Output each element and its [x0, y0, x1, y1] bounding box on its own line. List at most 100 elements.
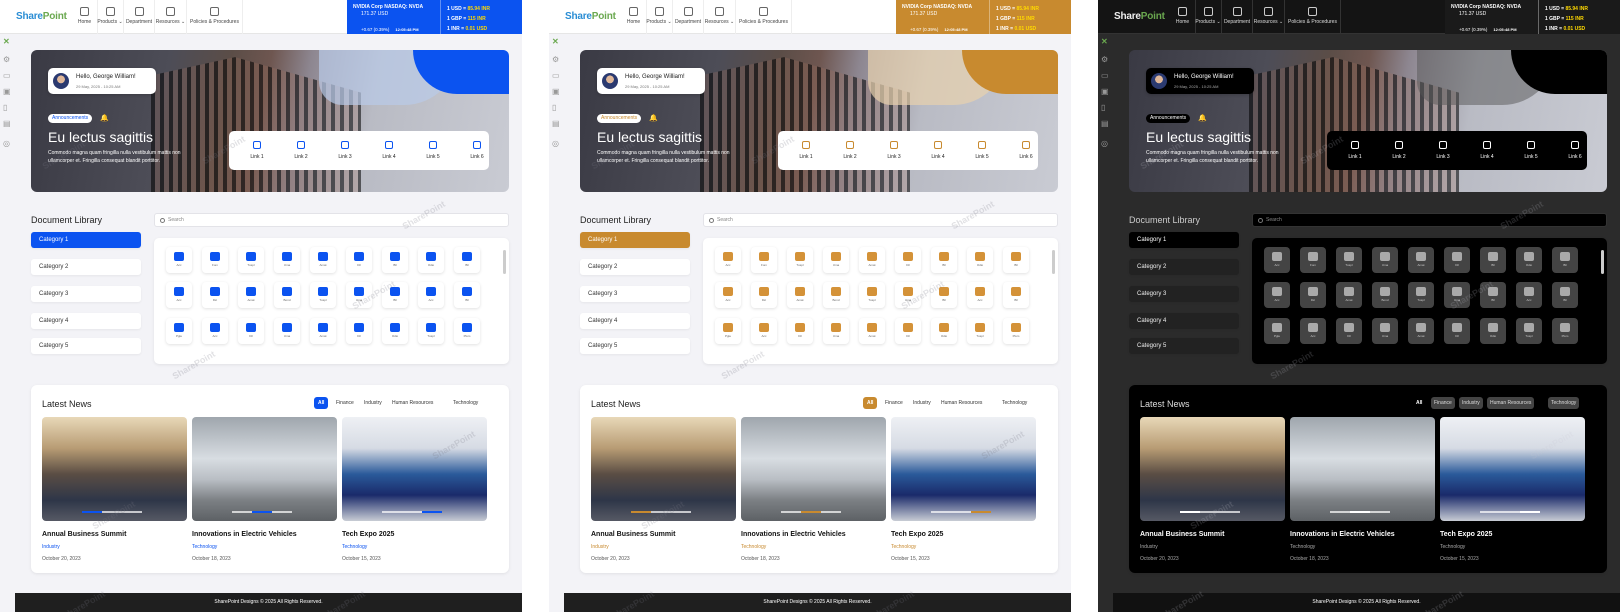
screen-icon[interactable]: ▭	[552, 72, 560, 80]
quick-link-3[interactable]: Link 3	[872, 131, 916, 170]
document-tile[interactable]: Bll	[454, 282, 480, 308]
news-card[interactable]: Annual Business Summit Industry October 20…	[42, 417, 187, 562]
document-tile[interactable]: Bll	[931, 282, 957, 308]
category-item[interactable]: Category 4	[31, 313, 141, 329]
search-input[interactable]: Search	[154, 213, 509, 227]
document-tile[interactable]: Fom	[1300, 247, 1326, 273]
nav-item[interactable]: Policies & Procedures	[1285, 0, 1341, 34]
document-tile[interactable]: Bll	[931, 247, 957, 273]
document-tile[interactable]: Tuspl	[967, 318, 993, 344]
help-icon[interactable]: ◎	[1101, 140, 1108, 148]
quick-link-6[interactable]: Link 6	[1553, 131, 1597, 170]
category-item[interactable]: Category 5	[580, 338, 690, 354]
search-input[interactable]: Search	[703, 213, 1058, 227]
settings-icon[interactable]: ⚙	[1101, 56, 1108, 64]
quick-link-2[interactable]: Link 2	[279, 131, 323, 170]
news-headline[interactable]: Tech Expo 2025	[342, 531, 487, 538]
document-tile[interactable]: Acc	[751, 318, 777, 344]
category-item[interactable]: Category 2	[31, 259, 141, 275]
page-icon[interactable]: ▯	[552, 104, 556, 112]
category-item[interactable]: Category 5	[1129, 338, 1239, 354]
news-headline[interactable]: Innovations in Electric Vehicles	[192, 531, 337, 538]
news-image[interactable]	[1440, 417, 1585, 521]
category-item[interactable]: Category 4	[580, 313, 690, 329]
document-tile[interactable]: Tuspl	[859, 282, 885, 308]
news-headline[interactable]: Annual Business Summit	[1140, 531, 1285, 538]
document-tile[interactable]: Odio	[418, 247, 444, 273]
document-tile[interactable]: Dil	[238, 318, 264, 344]
image-icon[interactable]: ▣	[1101, 88, 1109, 96]
document-tile[interactable]: Amat	[238, 282, 264, 308]
news-card[interactable]: Innovations in Electric Vehicles Technolo…	[1290, 417, 1435, 562]
document-tile[interactable]: Pgle	[715, 318, 741, 344]
document-tile[interactable]: Bond	[823, 282, 849, 308]
settings-icon[interactable]: ⚙	[3, 56, 10, 64]
quick-link-5[interactable]: Link 5	[411, 131, 455, 170]
document-tile[interactable]: Acc	[202, 318, 228, 344]
document-tile[interactable]: Tuspl	[310, 282, 336, 308]
avatar[interactable]	[1151, 73, 1167, 89]
document-tile[interactable]: Dil	[787, 318, 813, 344]
carousel-indicator[interactable]	[1330, 511, 1390, 513]
nav-item[interactable]: Products ⌄	[646, 0, 673, 34]
category-item[interactable]: Category 2	[1129, 259, 1239, 275]
quick-link-1[interactable]: Link 1	[235, 131, 279, 170]
nav-item[interactable]: Products ⌄	[97, 0, 124, 34]
carousel-indicator[interactable]	[781, 511, 841, 513]
document-tile[interactable]: Uma	[895, 282, 921, 308]
category-item[interactable]: Category 1	[580, 232, 690, 248]
news-card[interactable]: Annual Business Summit Industry October 20…	[591, 417, 736, 562]
quick-link-4[interactable]: Link 4	[367, 131, 411, 170]
document-tile[interactable]: Bll	[1003, 247, 1029, 273]
quick-link-1[interactable]: Link 1	[1333, 131, 1377, 170]
grid-scrollbar[interactable]	[1601, 250, 1604, 274]
carousel-indicator[interactable]	[232, 511, 292, 513]
page-icon[interactable]: ▯	[3, 104, 7, 112]
document-tile[interactable]: Fom	[202, 247, 228, 273]
document-tile[interactable]: Fom	[751, 247, 777, 273]
document-tile[interactable]: Bll	[1480, 247, 1506, 273]
carousel-indicator[interactable]	[82, 511, 142, 513]
quick-link-3[interactable]: Link 3	[323, 131, 367, 170]
news-image[interactable]	[192, 417, 337, 521]
carousel-indicator[interactable]	[631, 511, 691, 513]
document-tile[interactable]: Tuspl	[787, 247, 813, 273]
document-tile[interactable]: Dil	[895, 247, 921, 273]
document-tile[interactable]: Dil	[346, 318, 372, 344]
news-card[interactable]: Tech Expo 2025 Technology October 15, 2023	[342, 417, 487, 562]
news-filter[interactable]: Industry	[910, 397, 934, 409]
category-item[interactable]: Category 1	[1129, 232, 1239, 248]
document-tile[interactable]: Amat	[1408, 247, 1434, 273]
document-tile[interactable]: Amat	[859, 247, 885, 273]
document-tile[interactable]: Bll	[1552, 247, 1578, 273]
document-tile[interactable]: Acc	[967, 282, 993, 308]
document-tile[interactable]: Tuspl	[1336, 247, 1362, 273]
quick-link-2[interactable]: Link 2	[1377, 131, 1421, 170]
document-tile[interactable]: Acc	[418, 282, 444, 308]
nav-item[interactable]: Home	[621, 0, 647, 34]
document-tile[interactable]: Plum	[1552, 318, 1578, 344]
screen-icon[interactable]: ▭	[1101, 72, 1109, 80]
bell-icon[interactable]: 🔔	[1198, 114, 1207, 122]
news-card[interactable]: Annual Business Summit Industry October 20…	[1140, 417, 1285, 562]
news-headline[interactable]: Annual Business Summit	[591, 531, 736, 538]
document-tile[interactable]: Dil	[1336, 318, 1362, 344]
announcements-badge[interactable]: Announcements	[597, 114, 642, 123]
document-tile[interactable]: Amat	[1408, 318, 1434, 344]
image-icon[interactable]: ▣	[3, 88, 11, 96]
news-image[interactable]	[42, 417, 187, 521]
news-filter[interactable]: Technology	[450, 397, 481, 409]
document-tile[interactable]: Acc	[166, 282, 192, 308]
carousel-indicator[interactable]	[931, 511, 991, 513]
avatar[interactable]	[602, 73, 618, 89]
category-item[interactable]: Category 2	[580, 259, 690, 275]
close-icon[interactable]: ✕	[3, 38, 10, 46]
nav-item[interactable]: Products ⌄	[1195, 0, 1222, 34]
search-input[interactable]: Search	[1252, 213, 1607, 227]
category-item[interactable]: Category 4	[1129, 313, 1239, 329]
close-icon[interactable]: ✕	[1101, 38, 1108, 46]
carousel-indicator[interactable]	[382, 511, 442, 513]
chat-icon[interactable]: ▤	[552, 120, 560, 128]
document-tile[interactable]: Dil	[1444, 318, 1470, 344]
document-tile[interactable]: Acc	[1516, 282, 1542, 308]
